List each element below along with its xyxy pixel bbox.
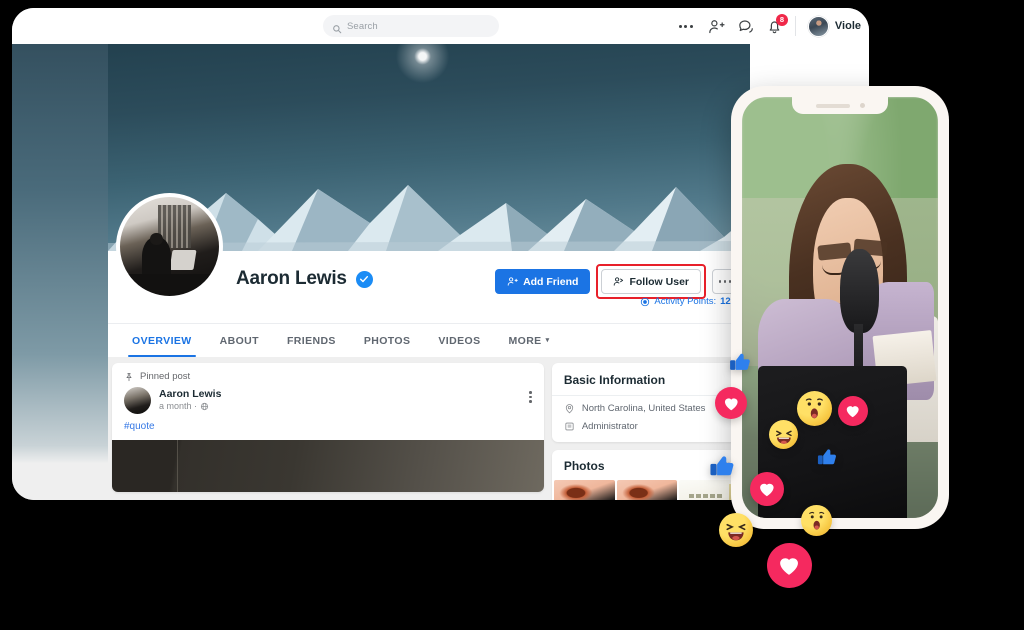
tab-overview[interactable]: OVERVIEW xyxy=(118,324,206,357)
profile-card: Aaron Lewis Add Friend xyxy=(108,44,750,357)
activity-points-label: Activity Points: xyxy=(654,296,716,307)
app-header: Search xyxy=(12,8,869,44)
photos-card-title: Photos xyxy=(564,459,605,473)
tab-videos-label: VIDEOS xyxy=(438,335,480,347)
reaction-heart-icon xyxy=(838,396,868,426)
post-timestamp: a month · xyxy=(159,401,221,411)
header-actions: 8 Viole xyxy=(679,8,861,44)
basic-information-title: Basic Information xyxy=(552,363,742,396)
three-dots-icon[interactable] xyxy=(679,18,696,35)
reaction-xd-icon xyxy=(719,513,753,547)
post-image[interactable] xyxy=(112,440,544,492)
photo-thumbnail[interactable] xyxy=(554,480,615,500)
tab-overview-label: OVERVIEW xyxy=(132,335,192,347)
post-header: Aaron Lewis a month · xyxy=(112,385,544,414)
search-icon xyxy=(332,21,342,31)
profile-tabs: OVERVIEW ABOUT FRIENDS PHOTOS VIDEOS MOR… xyxy=(108,323,750,357)
photos-thumbnail-grid xyxy=(552,480,742,500)
messages-icon[interactable] xyxy=(737,18,754,35)
pinned-post-label: Pinned post xyxy=(140,371,190,382)
tab-friends-label: FRIENDS xyxy=(287,335,336,347)
follow-user-button[interactable]: Follow User xyxy=(601,269,701,294)
follow-user-label: Follow User xyxy=(629,276,689,288)
follow-user-icon xyxy=(613,276,624,287)
avatar xyxy=(808,16,829,37)
tab-videos[interactable]: VIDEOS xyxy=(424,324,494,357)
activity-points: Activity Points: 129 xyxy=(640,296,736,307)
verified-badge-icon xyxy=(356,271,373,288)
basic-information-card: Basic Information North Carolina, United… xyxy=(552,363,742,442)
tab-more[interactable]: MORE ▾ xyxy=(494,324,563,357)
post-more-menu[interactable] xyxy=(529,391,532,403)
reaction-like-icon xyxy=(728,350,752,374)
profile-actions: Add Friend Follow User xyxy=(495,264,738,299)
reaction-heart-icon xyxy=(767,543,812,588)
phone-notch xyxy=(792,97,888,114)
current-user-menu[interactable]: Viole xyxy=(808,16,861,37)
phone-screen xyxy=(742,97,938,518)
front-camera-icon xyxy=(860,103,865,108)
basic-info-row-role: Administrator xyxy=(552,414,742,442)
globe-icon xyxy=(200,402,209,411)
post-author-avatar[interactable] xyxy=(124,387,151,414)
add-friend-label: Add Friend xyxy=(523,276,578,288)
pinned-post-label-row: Pinned post xyxy=(112,363,544,385)
tab-photos[interactable]: PHOTOS xyxy=(350,324,425,357)
profile-avatar[interactable] xyxy=(116,193,223,300)
speaker-slot-icon xyxy=(816,104,850,108)
pin-icon xyxy=(124,372,134,382)
reaction-wow-icon xyxy=(801,505,832,536)
reaction-like-icon xyxy=(708,452,736,480)
notification-badge: 8 xyxy=(776,14,788,26)
phone-mockup xyxy=(731,86,949,529)
post-author-name[interactable]: Aaron Lewis xyxy=(159,388,221,400)
left-rail xyxy=(12,44,108,500)
reaction-heart-icon xyxy=(715,387,747,419)
current-user-name: Viole xyxy=(835,20,861,32)
basic-info-role-text: Administrator xyxy=(582,421,638,432)
search-placeholder: Search xyxy=(347,21,378,32)
pinned-post-card: Pinned post Aaron Lewis a month · xyxy=(112,363,544,492)
add-friend-icon[interactable] xyxy=(708,18,725,35)
add-friend-icon xyxy=(507,276,518,287)
badge-icon xyxy=(564,421,575,432)
profile-content: Pinned post Aaron Lewis a month · xyxy=(108,357,750,500)
feed-column: Pinned post Aaron Lewis a month · xyxy=(112,363,544,500)
screenshot-stage: Search xyxy=(0,0,1024,630)
reaction-haha-icon xyxy=(769,420,798,449)
search-input[interactable]: Search xyxy=(323,15,499,37)
reaction-heart-icon xyxy=(750,472,784,506)
tab-friends[interactable]: FRIENDS xyxy=(273,324,350,357)
tab-about[interactable]: ABOUT xyxy=(206,324,273,357)
profile-name-wrap: Aaron Lewis xyxy=(236,268,373,290)
tab-more-label: MORE xyxy=(508,335,541,347)
chevron-down-icon: ▾ xyxy=(546,337,550,344)
page-title: Aaron Lewis xyxy=(236,268,347,290)
tab-about-label: ABOUT xyxy=(220,335,259,347)
basic-info-location-text: North Carolina, United States xyxy=(582,403,706,414)
profile-bar: Aaron Lewis Add Friend xyxy=(108,251,750,323)
post-meta: Aaron Lewis a month · xyxy=(159,387,221,411)
podcast-video-content xyxy=(742,97,938,518)
reaction-like-icon xyxy=(816,446,838,468)
reaction-wow-icon xyxy=(797,391,832,426)
location-pin-icon xyxy=(564,403,575,414)
post-hashtag[interactable]: #quote xyxy=(112,414,544,440)
activity-points-icon xyxy=(640,297,650,307)
header-divider xyxy=(795,16,796,36)
tab-photos-label: PHOTOS xyxy=(364,335,411,347)
bell-icon[interactable]: 8 xyxy=(766,18,783,35)
basic-info-row-location: North Carolina, United States xyxy=(552,396,742,414)
photo-thumbnail[interactable] xyxy=(617,480,678,500)
add-friend-button[interactable]: Add Friend xyxy=(495,269,590,294)
follow-user-highlight: Follow User xyxy=(596,264,706,299)
post-time-text: a month · xyxy=(159,401,197,411)
